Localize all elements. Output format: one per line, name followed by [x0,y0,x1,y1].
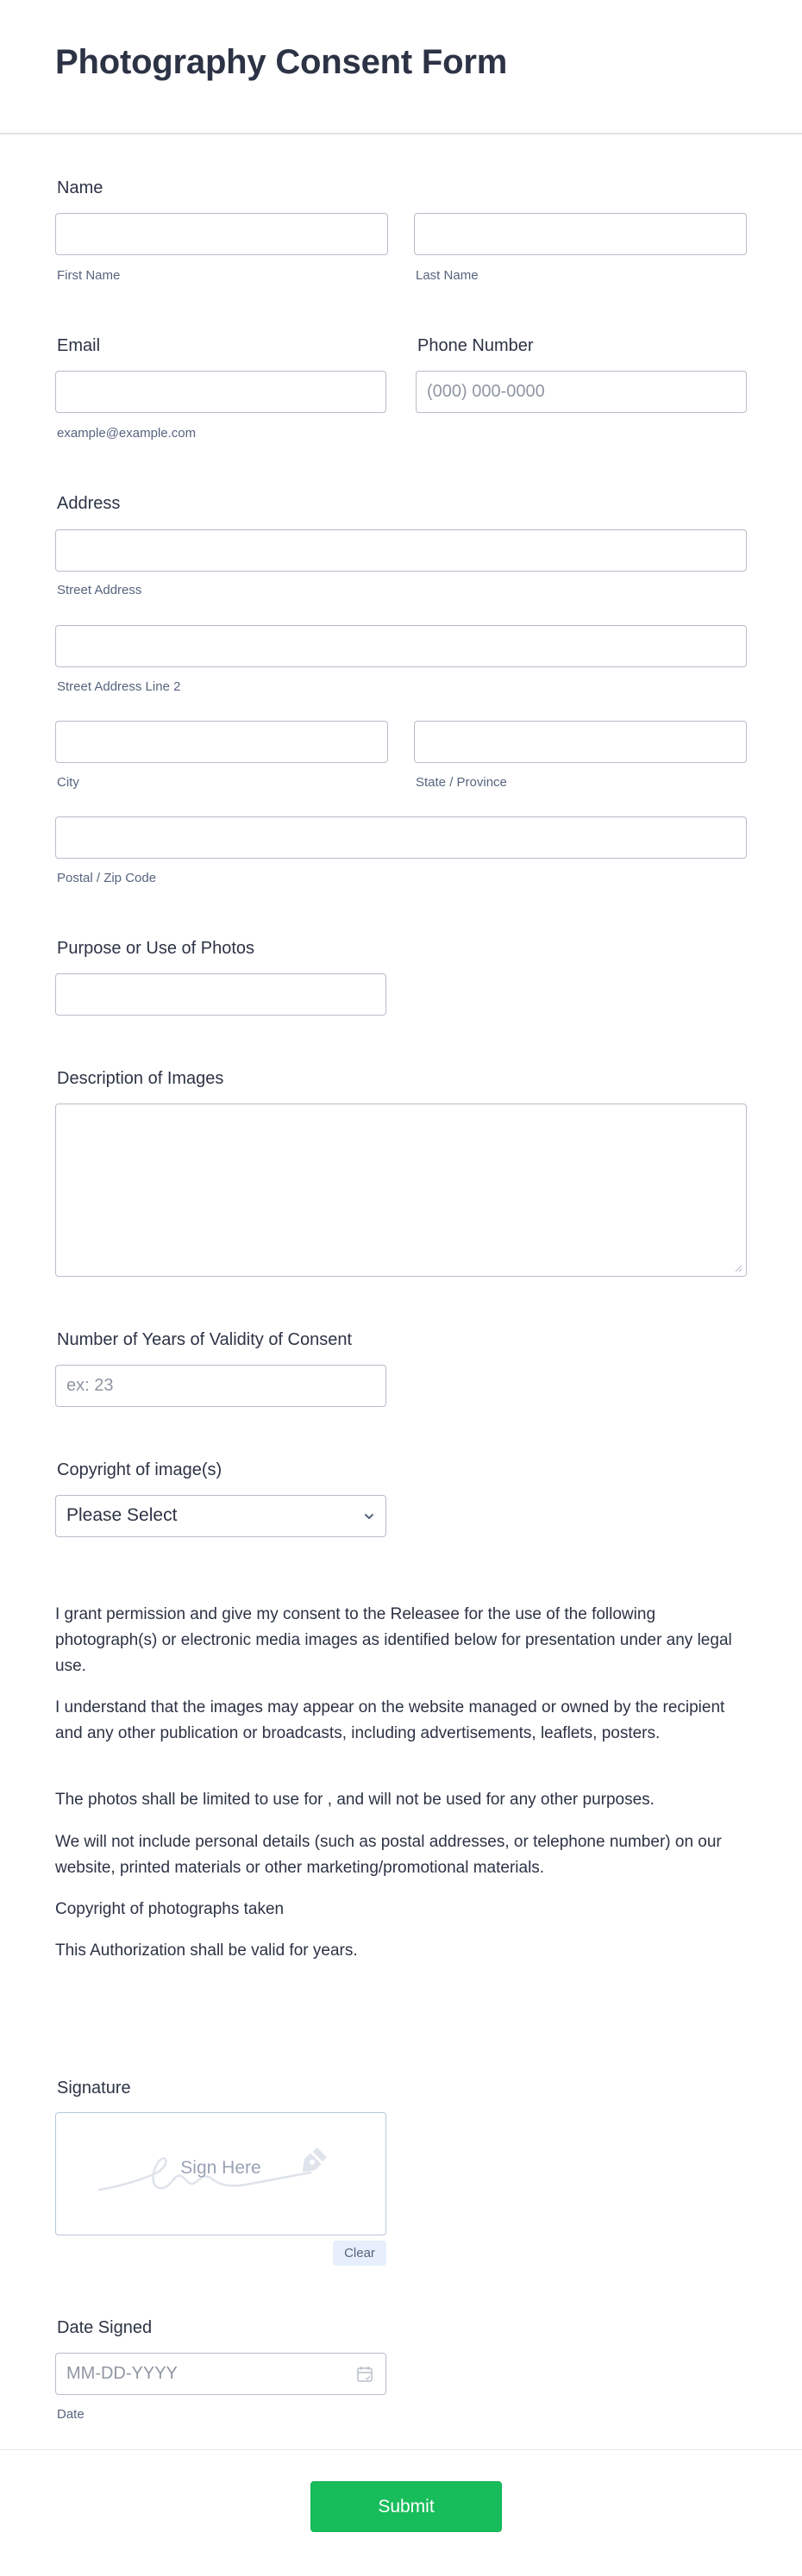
consent-paragraph: This Authorization shall be valid for ye… [55,1941,358,1960]
name-label: Name [57,178,103,197]
phone-placeholder: (000) 000-0000 [427,382,545,401]
copyright-selected-value: Please Select [66,1505,178,1525]
calendar-icon[interactable] [356,2365,373,2384]
consent-paragraph: We will not include personal details (su… [55,1833,722,1877]
submit-button[interactable]: Submit [310,2481,502,2532]
phone-label: Phone Number [417,336,534,355]
street-address-sublabel: Street Address [57,583,142,597]
clear-signature-button[interactable]: Clear [333,2241,386,2266]
resize-handle-icon[interactable] [734,1264,742,1272]
copyright-select[interactable]: Please Select [55,1495,386,1537]
form-body: Name First Name Last Name Email Phone Nu… [0,134,802,2574]
street-address-line2-input[interactable] [55,625,747,667]
chevron-down-icon [365,1514,373,1519]
city-input[interactable] [55,721,388,763]
sign-here-placeholder: Sign Here [180,2158,261,2178]
footer-divider [0,2449,802,2450]
state-sublabel: State / Province [416,775,507,790]
consent-paragraph: I grant permission and give my consent t… [55,1605,732,1675]
city-sublabel: City [57,775,79,790]
date-placeholder: MM-DD-YYYY [66,2364,178,2383]
last-name-sublabel: Last Name [416,268,479,283]
consent-paragraph: Copyright of photographs taken [55,1900,285,1918]
state-input[interactable] [414,721,747,763]
last-name-input[interactable] [414,213,747,255]
date-signed-label: Date Signed [57,2318,153,2337]
date-signed-input[interactable]: MM-DD-YYYY [55,2353,386,2395]
copyright-label: Copyright of image(s) [57,1460,222,1479]
description-textarea[interactable] [55,1104,747,1277]
consent-paragraph: The photos shall be limited to use for ,… [55,1791,655,1809]
street-address-line2-sublabel: Street Address Line 2 [57,679,181,694]
address-label: Address [57,494,121,513]
purpose-label: Purpose or Use of Photos [57,939,255,958]
years-label: Number of Years of Validity of Consent [57,1330,353,1349]
consent-paragraph: I understand that the images may appear … [55,1698,725,1742]
description-label: Description of Images [57,1069,224,1088]
years-placeholder: ex: 23 [66,1376,114,1395]
first-name-sublabel: First Name [57,268,121,283]
page-title: Photography Consent Form [55,43,508,81]
email-sublabel: example@example.com [57,426,197,441]
first-name-input[interactable] [55,213,388,255]
email-input[interactable] [55,371,386,413]
street-address-input[interactable] [55,529,747,572]
signature-pad[interactable]: Sign Here [55,2112,386,2235]
zip-input[interactable] [55,816,747,859]
purpose-input[interactable] [55,973,386,1016]
email-label: Email [57,336,101,355]
years-input[interactable]: ex: 23 [55,1365,386,1407]
form-header: Photography Consent Form [0,0,802,134]
signature-label: Signature [57,2079,131,2098]
phone-input[interactable]: (000) 000-0000 [416,371,747,413]
zip-sublabel: Postal / Zip Code [57,871,157,885]
date-sublabel: Date [57,2407,85,2422]
